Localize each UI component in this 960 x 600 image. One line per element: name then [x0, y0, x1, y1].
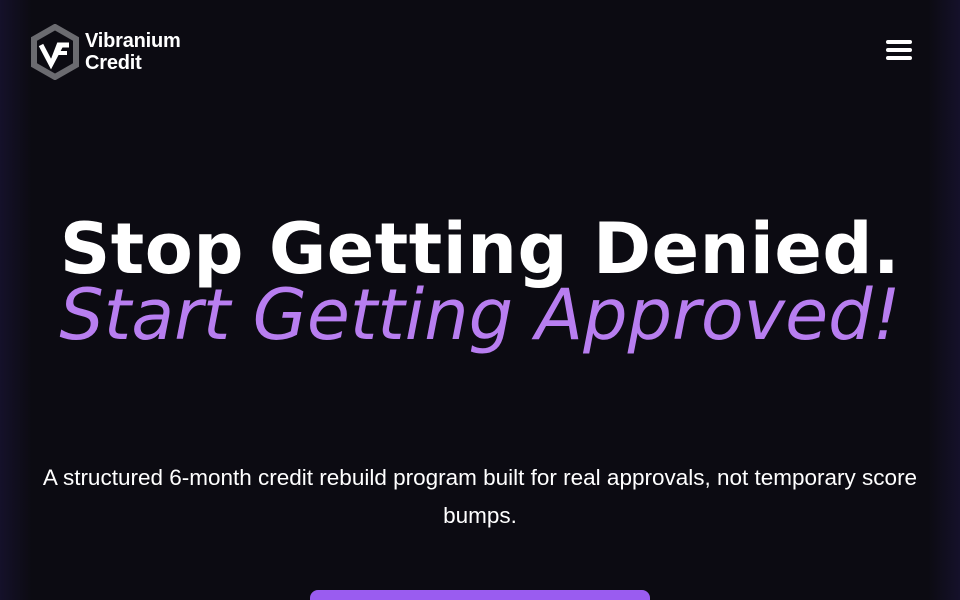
hamburger-menu-icon	[886, 48, 912, 52]
site-header: Vibranium Credit	[30, 24, 912, 80]
vibranium-shield-icon	[31, 24, 79, 80]
cta-button[interactable]	[310, 590, 650, 600]
brand-wordmark: Vibranium Credit	[85, 30, 181, 74]
brand-name-line2: Credit	[85, 52, 142, 74]
hero-section: Stop Getting Denied. Start Getting Appro…	[0, 206, 960, 358]
hamburger-menu-icon	[886, 56, 912, 60]
brand-name-line1: Vibranium	[85, 30, 181, 52]
hamburger-menu-icon	[886, 40, 912, 44]
brand-logo-link[interactable]: Vibranium Credit	[30, 24, 181, 80]
hero-headline-accent: Start Getting Approved!	[59, 274, 901, 356]
hamburger-menu-button[interactable]	[886, 40, 912, 60]
landing-page: Vibranium Credit Stop Getting Denied. St…	[0, 0, 960, 600]
hero-subtext: A structured 6-month credit rebuild prog…	[42, 465, 918, 528]
